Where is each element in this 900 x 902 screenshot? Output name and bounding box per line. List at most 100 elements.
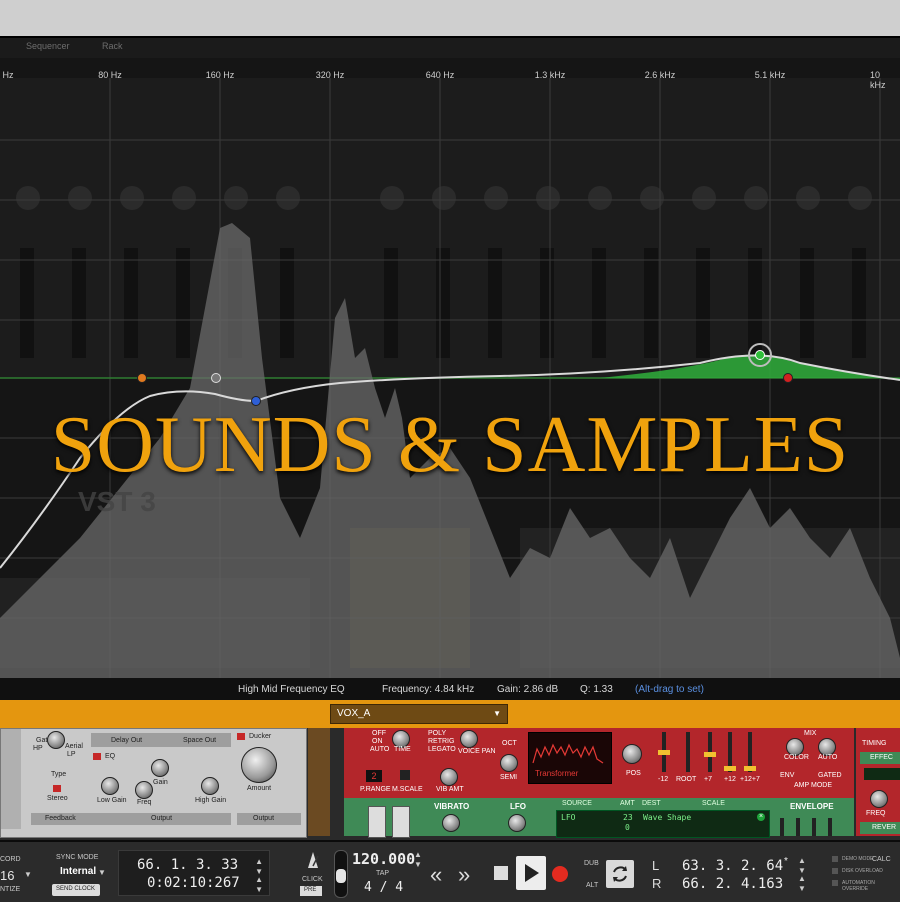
stepper-down-icon[interactable]: ▼ bbox=[798, 884, 806, 893]
freq-knob-right[interactable] bbox=[870, 790, 888, 808]
freq-label: 640 Hz bbox=[425, 70, 455, 80]
pitch-slider[interactable] bbox=[704, 752, 716, 757]
eq-display[interactable]: Hz 80 Hz 160 Hz 320 Hz 640 Hz 1.3 kHz 2.… bbox=[0, 58, 900, 678]
lfo-label: LFO bbox=[510, 802, 526, 811]
loop-toggle[interactable] bbox=[606, 860, 634, 888]
tab-sequencer[interactable]: Sequencer bbox=[26, 41, 70, 51]
voice-pan-label: VOICE PAN bbox=[458, 748, 496, 755]
mix-label: MIX bbox=[804, 730, 817, 737]
time-signature[interactable]: 4 / 4 bbox=[364, 880, 403, 895]
record-icon[interactable] bbox=[552, 866, 568, 882]
send-clock-button[interactable]: SEND CLOCK bbox=[52, 884, 100, 896]
freq-label: 10 kHz bbox=[870, 70, 886, 90]
track-select[interactable]: VOX_A ▼ bbox=[330, 704, 508, 724]
pos-knob[interactable] bbox=[622, 744, 642, 764]
position-bars[interactable]: 66. 1. 3. 33 bbox=[137, 857, 238, 873]
amount-knob[interactable] bbox=[241, 747, 277, 783]
play-button[interactable] bbox=[516, 856, 546, 890]
position-time[interactable]: 0:02:10:267 bbox=[147, 875, 240, 891]
mod-amount-2[interactable]: 0 bbox=[625, 823, 630, 832]
tap-label[interactable]: TAP bbox=[376, 870, 389, 877]
freq-label: 5.1 kHz bbox=[754, 70, 786, 80]
ducker-output-label: Output bbox=[253, 815, 275, 822]
tab-bar: Sequencer Rack bbox=[0, 36, 900, 58]
pitch-wheel[interactable] bbox=[368, 806, 386, 838]
tab-rack[interactable]: Rack bbox=[102, 41, 123, 51]
dub-label[interactable]: DUB bbox=[584, 860, 599, 867]
sync-dropdown-icon[interactable]: ▼ bbox=[98, 868, 106, 877]
high-gain-knob[interactable] bbox=[201, 777, 219, 795]
freq-label: 1.3 kHz bbox=[534, 70, 566, 80]
quantize-value[interactable]: 16 bbox=[0, 868, 14, 883]
quantize-dropdown-icon[interactable]: ▼ bbox=[24, 870, 32, 879]
send-clock-label: SEND CLOCK bbox=[56, 886, 96, 892]
mod-wheel[interactable] bbox=[392, 806, 410, 838]
tempo-value[interactable]: 120.000 bbox=[352, 850, 415, 868]
loop-left-position[interactable]: 63. 3. 2. 64 bbox=[682, 858, 783, 874]
lfo-knob[interactable] bbox=[508, 814, 526, 832]
retrig-button[interactable]: RETRIG bbox=[428, 738, 454, 745]
low-gain-label: Low Gain bbox=[97, 797, 127, 804]
pitch-mark: ROOT bbox=[676, 776, 697, 783]
color-label: COLOR bbox=[784, 754, 809, 761]
low-shelf-handle[interactable] bbox=[137, 373, 147, 383]
eq-graph[interactable] bbox=[0, 58, 900, 678]
high-shelf-handle[interactable] bbox=[783, 373, 793, 383]
freq-label: 160 Hz bbox=[205, 70, 235, 80]
fast-forward-icon[interactable]: » bbox=[458, 862, 470, 888]
tempo-down-icon[interactable]: ▼ bbox=[414, 860, 422, 869]
stepper-up-icon[interactable]: ▲ bbox=[798, 856, 806, 865]
voice-pan-knob[interactable] bbox=[460, 730, 478, 748]
stepper-down-icon[interactable]: ▼ bbox=[255, 885, 263, 894]
stop-icon[interactable] bbox=[494, 866, 508, 880]
source-header: SOURCE bbox=[562, 800, 592, 807]
pre-button[interactable]: PRE bbox=[300, 886, 322, 896]
click-level-slider[interactable] bbox=[334, 850, 348, 898]
status-led bbox=[832, 868, 838, 874]
pitch-slider[interactable] bbox=[744, 766, 756, 771]
mod-source[interactable]: LFO bbox=[561, 813, 575, 822]
semi-knob[interactable] bbox=[500, 754, 518, 772]
rewind-icon[interactable]: « bbox=[430, 862, 442, 888]
effects-side-panel: TIMING EFFEC FREQ REVER bbox=[856, 728, 900, 836]
vib-amt-knob[interactable] bbox=[440, 768, 458, 786]
low-mid-handle[interactable] bbox=[211, 373, 221, 383]
stepper-up-icon[interactable]: ▲ bbox=[255, 857, 263, 866]
m-scale-button[interactable] bbox=[400, 770, 410, 780]
type-knob[interactable] bbox=[47, 731, 65, 749]
pitch-range-display[interactable]: 2 bbox=[366, 770, 382, 782]
mod-destination[interactable]: Wave Shape bbox=[643, 813, 691, 822]
on-button[interactable]: ON bbox=[372, 738, 383, 745]
alt-label[interactable]: ALT bbox=[586, 882, 598, 889]
modulation-strip: VIBRATO LFO SOURCE AMT DEST SCALE LFO 23… bbox=[344, 798, 854, 838]
poly-button[interactable]: POLY bbox=[428, 730, 446, 737]
loop-marker-icon: * bbox=[784, 856, 788, 867]
stepper-up-icon[interactable]: ▲ bbox=[798, 874, 806, 883]
sync-mode-value[interactable]: Internal bbox=[60, 866, 96, 877]
high-mid-handle[interactable] bbox=[755, 350, 765, 360]
gain-knob[interactable] bbox=[151, 759, 169, 777]
freq-knob[interactable] bbox=[135, 781, 153, 799]
stepper-up-icon[interactable]: ▲ bbox=[255, 875, 263, 884]
eq-led[interactable] bbox=[93, 753, 101, 760]
legato-button[interactable]: LEGATO bbox=[428, 746, 456, 753]
loop-right-position[interactable]: 66. 2. 4.163 bbox=[682, 876, 783, 892]
tempo-up-icon[interactable]: ▲ bbox=[414, 850, 422, 859]
pitch-slider[interactable] bbox=[658, 750, 670, 755]
mod-matrix[interactable]: LFO 23 Wave Shape 0 × bbox=[556, 810, 770, 838]
remove-icon[interactable]: × bbox=[757, 813, 765, 821]
mod-amount[interactable]: 23 bbox=[623, 813, 633, 822]
off-button[interactable]: OFF bbox=[372, 730, 386, 737]
ducker-led[interactable] bbox=[237, 733, 245, 740]
wave-display[interactable]: Transformer bbox=[528, 732, 612, 784]
pitch-slider[interactable] bbox=[724, 766, 736, 771]
stereo-led[interactable] bbox=[53, 785, 61, 792]
wave-name: Transformer bbox=[535, 769, 579, 778]
freq-label: 320 Hz bbox=[315, 70, 345, 80]
vibrato-knob[interactable] bbox=[442, 814, 460, 832]
filter-label: LP bbox=[67, 751, 76, 758]
auto-button[interactable]: AUTO bbox=[370, 746, 389, 753]
pitch-mark: -12 bbox=[658, 776, 669, 783]
low-gain-knob[interactable] bbox=[101, 777, 119, 795]
metronome-icon[interactable] bbox=[300, 850, 326, 870]
